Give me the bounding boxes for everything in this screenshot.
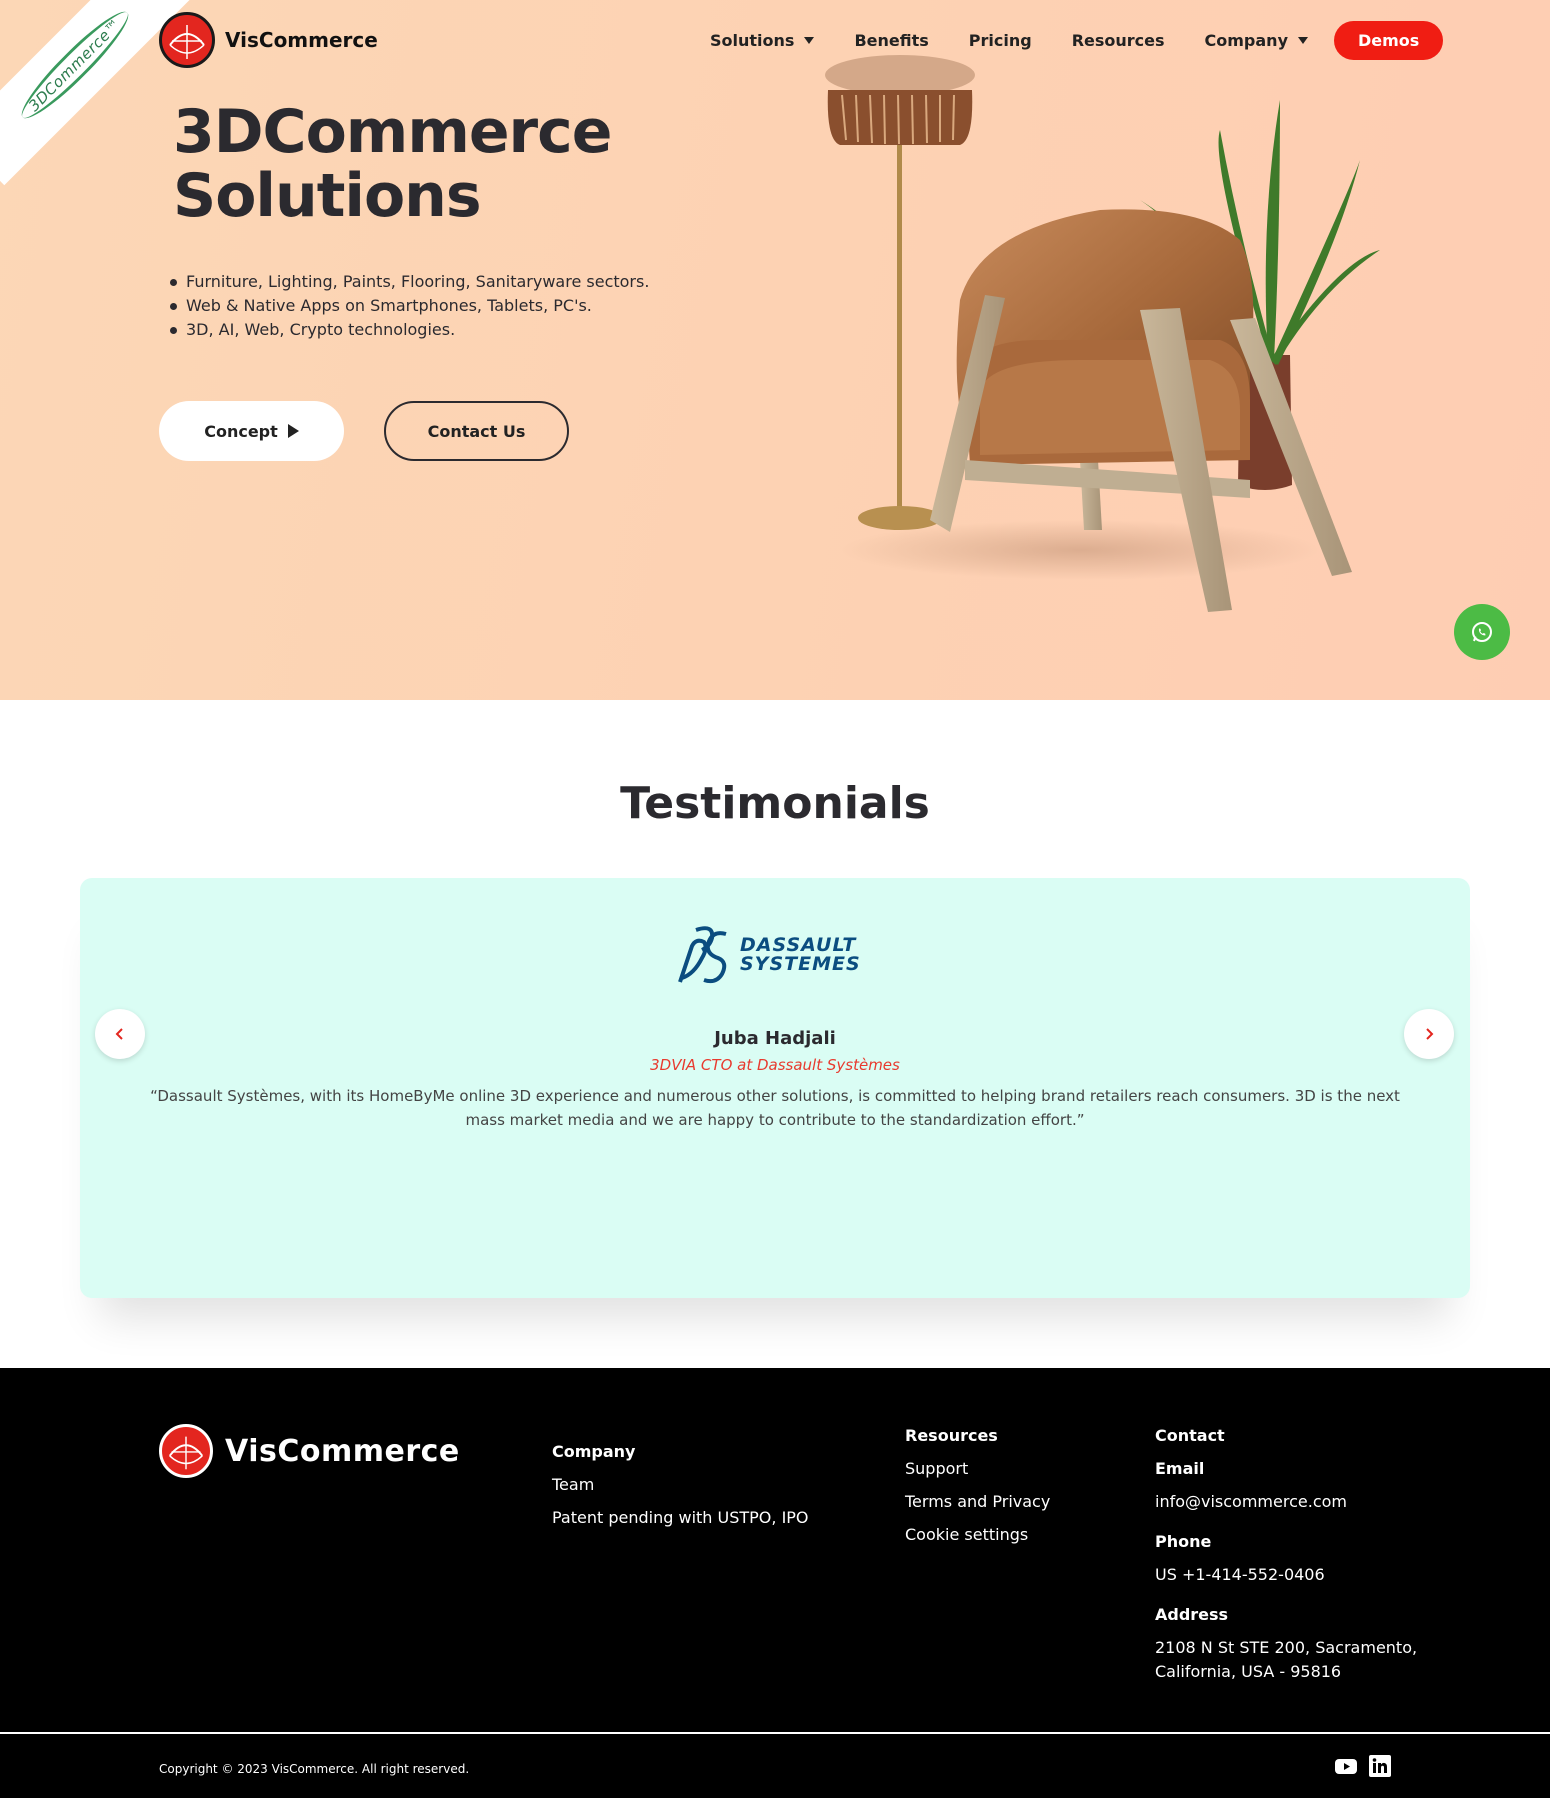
footer-contact-column: Contact Email info@viscommerce.com Phone… (1155, 1426, 1417, 1702)
contact-us-button[interactable]: Contact Us (384, 401, 569, 461)
concept-button[interactable]: Concept (159, 401, 344, 461)
list-item: Web & Native Apps on Smartphones, Tablet… (170, 294, 649, 318)
brand-logo-link[interactable]: VisCommerce (159, 12, 378, 68)
footer-link-support[interactable]: Support (905, 1459, 1050, 1478)
youtube-icon[interactable] (1334, 1754, 1358, 1778)
footer-resources-heading: Resources (905, 1426, 998, 1445)
hero-title-line1: 3DCommerce (173, 97, 612, 167)
ds-wordmark: DASSAULT SYSTEMES (740, 936, 861, 974)
hero-title-line2: Solutions (173, 161, 482, 231)
viscommerce-logo-icon (159, 1424, 213, 1478)
whatsapp-chat-button[interactable] (1454, 604, 1510, 660)
phone-value[interactable]: US +1-414-552-0406 (1155, 1563, 1417, 1587)
carousel-next-button[interactable] (1404, 1009, 1454, 1059)
footer-resources-column: Resources Support Terms and Privacy Cook… (905, 1426, 1050, 1558)
ds-mark-icon (678, 926, 727, 984)
hero-title: 3DCommerce Solutions (173, 97, 612, 231)
testimonial-card: DASSAULT SYSTEMES Juba Hadjali 3DVIA CTO… (80, 878, 1470, 1298)
armchair-product-image (825, 55, 1380, 612)
list-item: 3D, AI, Web, Crypto technologies. (170, 318, 649, 342)
list-item: Furniture, Lighting, Paints, Flooring, S… (170, 270, 649, 294)
email-value[interactable]: info@viscommerce.com (1155, 1490, 1417, 1514)
phone-label: Phone (1155, 1532, 1212, 1551)
carousel-prev-button[interactable] (95, 1009, 145, 1059)
hero-feature-list: Furniture, Lighting, Paints, Flooring, S… (170, 270, 649, 342)
footer-brand-name: VisCommerce (225, 1433, 460, 1469)
footer-contact-heading: Contact (1155, 1426, 1225, 1445)
viscommerce-logo-icon (159, 12, 215, 68)
footer-company-column: Company Team Patent pending with USTPO, … (552, 1442, 809, 1541)
play-icon (287, 424, 299, 438)
whatsapp-icon (1472, 622, 1492, 642)
footer-link-terms[interactable]: Terms and Privacy (905, 1492, 1050, 1511)
footer-brand-link[interactable]: VisCommerce (159, 1424, 460, 1478)
badge-text: 3DCommerce™ (13, 3, 137, 127)
testimonial-author-role: 3DVIA CTO at Dassault Systèmes (650, 1056, 900, 1074)
brand-name: VisCommerce (225, 28, 378, 52)
ds-wordmark-line2: SYSTEMES (740, 953, 861, 975)
testimonials-title: Testimonials (620, 778, 930, 829)
chevron-right-icon (1426, 1028, 1434, 1040)
address-line2: California, USA - 95816 (1155, 1662, 1342, 1681)
address-label: Address (1155, 1605, 1229, 1624)
footer-link-patent[interactable]: Patent pending with USTPO, IPO (552, 1508, 809, 1527)
site-footer: VisCommerce Company Team Patent pending … (0, 1368, 1550, 1798)
linkedin-icon[interactable] (1368, 1754, 1392, 1778)
testimonial-author-name: Juba Hadjali (714, 1028, 836, 1049)
copyright-text: Copyright © 2023 VisCommerce. All right … (159, 1762, 470, 1776)
footer-company-heading: Company (552, 1442, 636, 1461)
hero-section: 3DCommerce™ VisCommerce Solutions Benefi… (0, 0, 1550, 700)
testimonial-quote: “Dassault Systèmes, with its HomeByMe on… (150, 1087, 1400, 1129)
email-label: Email (1155, 1459, 1205, 1478)
dassault-systemes-logo: DASSAULT SYSTEMES (674, 924, 861, 986)
footer-link-team[interactable]: Team (552, 1475, 809, 1494)
social-links (1334, 1754, 1392, 1778)
chevron-left-icon (115, 1028, 123, 1040)
address-line1: 2108 N St STE 200, Sacramento, (1155, 1638, 1418, 1657)
footer-divider (0, 1732, 1550, 1734)
footer-link-cookies[interactable]: Cookie settings (905, 1525, 1050, 1544)
concept-button-label: Concept (204, 421, 278, 441)
